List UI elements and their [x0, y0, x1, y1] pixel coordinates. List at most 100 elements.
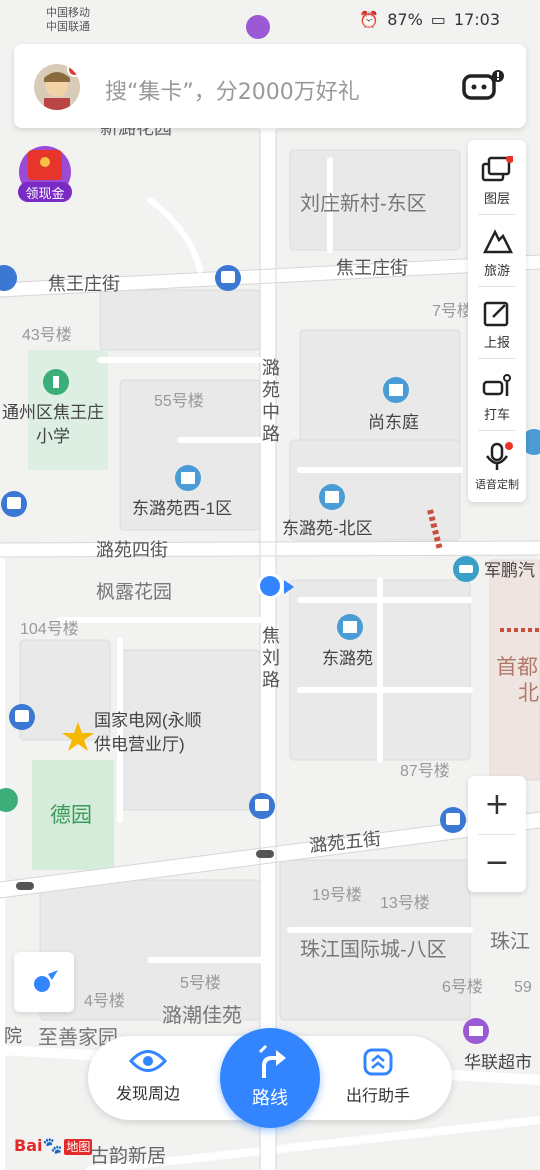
battery-percent: 87% — [387, 10, 423, 29]
map-label: 尚东庭 — [368, 413, 419, 432]
status-bar: 中国移动 中国联通 ⏰ 87% ▭ 17:03 — [0, 0, 540, 40]
residence-icon — [175, 465, 201, 491]
map-label: 59 — [514, 979, 532, 996]
mountain-icon — [482, 229, 513, 254]
map-label-vertical: 焦刘路 — [262, 626, 280, 690]
notification-dot — [67, 64, 80, 77]
map-label: 55号楼 — [154, 392, 204, 410]
map-label: 古韵新居 — [90, 1145, 166, 1167]
map-canvas[interactable]: 新潞花园 刘庄新村-东区 焦王庄街 焦王庄街 43号楼 7号楼 55号楼 通州区… — [0, 0, 540, 1170]
zoom-out-button[interactable]: − — [468, 834, 526, 892]
divider — [478, 214, 516, 215]
map-label: 国家电网(永顺 — [94, 711, 202, 730]
travel-button[interactable]: 旅游 — [468, 228, 526, 279]
taxi-button[interactable]: 打车 — [468, 372, 526, 423]
clock: 17:03 — [453, 10, 500, 29]
assistant-label: 出行助手 — [345, 1086, 410, 1105]
map-label: 6号楼 — [442, 978, 483, 996]
map-label: 5号楼 — [180, 974, 221, 992]
taxi-icon — [482, 374, 511, 396]
car-service-icon — [453, 556, 479, 582]
map-label: 104号楼 — [20, 620, 79, 638]
map-label: 潞潮佳苑 — [162, 1004, 242, 1027]
bus-stop-icon — [249, 793, 275, 819]
travel-assistant-button[interactable]: 出行助手 — [318, 1048, 438, 1106]
edit-icon — [483, 301, 509, 327]
supermarket-icon — [463, 1018, 489, 1044]
map-label: 潞苑四街 — [96, 540, 168, 560]
eye-icon — [129, 1050, 167, 1072]
map-label: 珠江国际城-八区 — [300, 938, 447, 961]
map-label: 小学 — [36, 427, 70, 446]
bus-stop-icon — [1, 491, 27, 517]
traffic-light-icon — [256, 850, 274, 858]
zoom-in-button[interactable]: + — [468, 776, 526, 834]
map-label: 焦王庄街 — [336, 258, 408, 278]
route-arrow-icon — [258, 1044, 286, 1078]
discover-button[interactable]: 发现周边 — [88, 1048, 208, 1104]
residence-icon — [383, 377, 409, 403]
taxi-label: 打车 — [483, 408, 510, 423]
map-label: 东潞苑西-1区 — [132, 499, 232, 518]
avatar[interactable] — [34, 64, 80, 110]
compass-icon — [34, 970, 58, 992]
map-tools-panel: 图层 旅游 上报 打车 语音定制 — [468, 140, 526, 502]
route-button[interactable]: 路线 — [220, 1028, 320, 1128]
traffic-light-icon — [16, 882, 34, 890]
carrier-1: 中国移动 — [46, 6, 90, 19]
travel-label: 旅游 — [483, 264, 510, 279]
map-label: 供电营业厅) — [94, 735, 185, 754]
baidu-maps-logo: Bai🐾 地图 — [14, 1136, 93, 1155]
voice-button[interactable]: 语音定制 — [468, 442, 526, 492]
search-input[interactable]: 搜“集卡”，分2000万好礼 — [105, 74, 360, 106]
map-label: 4号楼 — [84, 992, 125, 1010]
divider — [478, 430, 516, 431]
carrier-2: 中国联通 — [46, 20, 90, 33]
layers-button[interactable]: 图层 — [468, 156, 526, 207]
map-label: 7号楼 — [432, 302, 473, 320]
search-bar[interactable]: 搜“集卡”，分2000万好礼 — [14, 44, 526, 128]
alarm-icon: ⏰ — [359, 10, 380, 29]
map-label: 北 — [518, 682, 539, 705]
map-label: 军鹏汽 — [484, 561, 535, 580]
map-label: 焦王庄街 — [48, 274, 120, 294]
map-label: 华联超市 — [464, 1053, 532, 1072]
microphone-icon — [485, 442, 513, 470]
robot-assistant-icon[interactable] — [462, 70, 506, 104]
map-label: 珠江 — [490, 930, 530, 953]
bus-stop-icon — [9, 704, 35, 730]
map-label: 院 — [4, 1026, 22, 1046]
logo-di: 地图 — [64, 1139, 93, 1155]
report-label: 上报 — [483, 336, 510, 351]
map-label: 东潞苑-北区 — [282, 519, 373, 538]
status-right: ⏰ 87% ▭ 17:03 — [359, 10, 500, 29]
divider — [478, 286, 516, 287]
cash-promo-badge[interactable]: 领现金 — [12, 146, 78, 204]
battery-icon: ▭ — [430, 10, 446, 29]
bus-stop-icon — [215, 265, 241, 291]
map-label: 首都 — [496, 656, 538, 679]
cash-label: 领现金 — [25, 187, 65, 202]
discover-label: 发现周边 — [115, 1084, 180, 1103]
paw-icon: 🐾 — [42, 1136, 63, 1155]
map-label: 87号楼 — [400, 762, 450, 780]
map-label: 通州区焦王庄 — [2, 403, 104, 422]
map-label: 德园 — [50, 804, 92, 827]
map-label: 枫露花园 — [96, 581, 172, 603]
school-icon — [43, 369, 69, 395]
assistant-icon — [363, 1048, 393, 1076]
route-label: 路线 — [252, 1088, 288, 1109]
zoom-controls: + − — [468, 776, 526, 892]
report-button[interactable]: 上报 — [468, 300, 526, 351]
divider — [478, 358, 516, 359]
logo-text: Bai — [14, 1136, 43, 1155]
map-label: 19号楼 — [312, 886, 362, 904]
map-label: 刘庄新村-东区 — [300, 192, 427, 215]
carrier-info: 中国移动 中国联通 — [46, 6, 90, 34]
voice-label: 语音定制 — [475, 478, 519, 491]
residence-icon — [337, 614, 363, 640]
layers-label: 图层 — [483, 192, 510, 207]
layers-icon — [481, 156, 513, 182]
locate-button[interactable] — [14, 952, 74, 1012]
map-label: 13号楼 — [380, 894, 430, 912]
